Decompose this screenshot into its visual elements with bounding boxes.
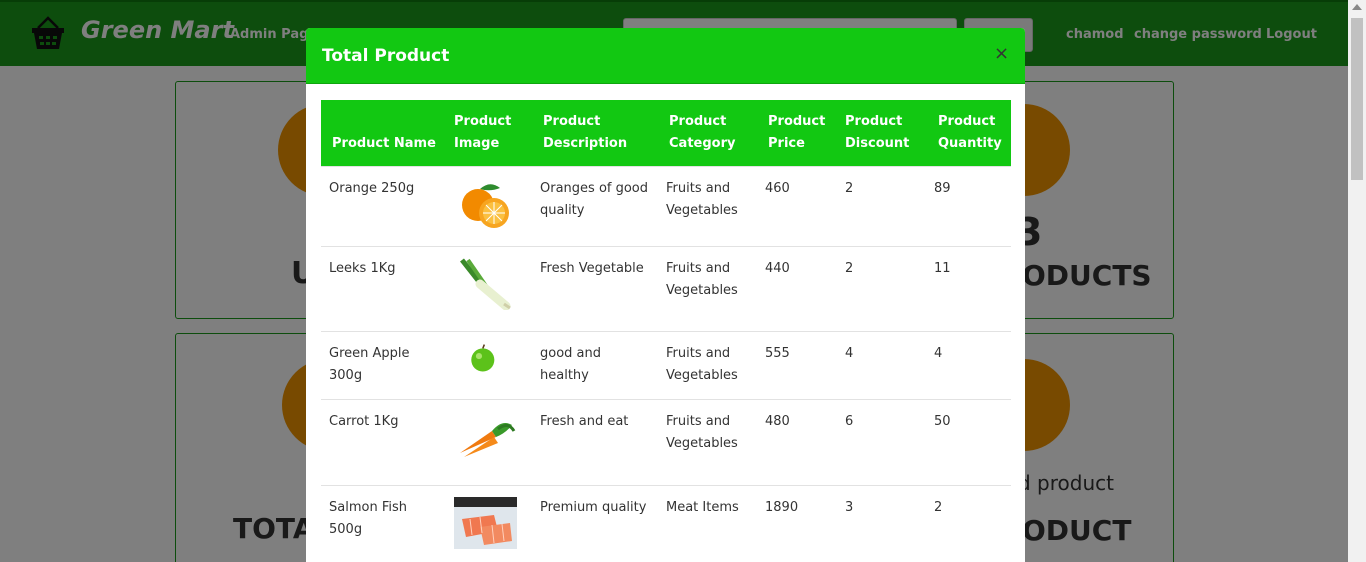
green-apple-image (471, 344, 495, 372)
product-discount: 2 (837, 246, 926, 332)
col-product-discount: Product Discount (837, 100, 926, 167)
product-discount: 6 (837, 399, 926, 486)
table-row: Green Apple 300g good and healthy Fruits… (321, 331, 1011, 400)
col-product-quantity: Product Quantity (926, 100, 1011, 167)
product-image-cell (446, 485, 532, 562)
col-product-image: Product Image (446, 100, 532, 167)
close-icon[interactable]: × (994, 45, 1009, 63)
table-row: Salmon Fish 500g Premium quality Meat It… (321, 485, 1011, 562)
product-description: Fresh Vegetable (532, 246, 658, 332)
product-name: Carrot 1Kg (321, 399, 446, 486)
product-name: Green Apple 300g (321, 331, 446, 400)
col-product-description: Product Description (532, 100, 658, 167)
col-product-category: Product Category (658, 100, 757, 167)
product-description: good and healthy (532, 331, 658, 400)
table-row: Orange 250g Oranges of good quality Frui… (321, 166, 1011, 247)
product-category: Fruits and Vegetables (658, 166, 757, 247)
modal-title: Total Product (322, 46, 450, 66)
product-description: Premium quality (532, 485, 658, 562)
product-price: 440 (757, 246, 837, 332)
table-header-row: Product Name Product Image Product Descr… (321, 100, 1011, 167)
product-name: Salmon Fish 500g (321, 485, 446, 562)
carrot-image (460, 423, 516, 457)
product-image-cell (446, 246, 532, 332)
product-category: Fruits and Vegetables (658, 399, 757, 486)
product-image-cell (446, 166, 532, 247)
col-product-price: Product Price (757, 100, 837, 167)
product-category: Fruits and Vegetables (658, 331, 757, 400)
product-quantity: 89 (926, 166, 1011, 247)
salmon-image (454, 497, 517, 549)
modal-header: Total Product × (306, 28, 1025, 84)
product-category: Meat Items (658, 485, 757, 562)
product-category: Fruits and Vegetables (658, 246, 757, 332)
product-quantity: 4 (926, 331, 1011, 400)
product-quantity: 11 (926, 246, 1011, 332)
table-row: Leeks 1Kg Fresh Vegetable Fruits and Veg… (321, 246, 1011, 332)
col-product-name: Product Name (321, 100, 446, 167)
product-quantity: 2 (926, 485, 1011, 562)
product-description: Fresh and eat (532, 399, 658, 486)
product-price: 460 (757, 166, 837, 247)
orange-image (462, 184, 509, 228)
product-discount: 4 (837, 331, 926, 400)
scroll-up-icon[interactable] (1352, 4, 1362, 10)
product-price: 1890 (757, 485, 837, 562)
table-row: Carrot 1Kg Fresh and eat Fruits and Vege… (321, 399, 1011, 486)
product-discount: 2 (837, 166, 926, 247)
product-table: Product Name Product Image Product Descr… (321, 100, 1011, 562)
product-description: Oranges of good quality (532, 166, 658, 247)
product-name: Leeks 1Kg (321, 246, 446, 332)
leeks-image (460, 258, 511, 311)
total-product-modal: Total Product × Product Name Product Ima… (306, 28, 1025, 562)
product-name: Orange 250g (321, 166, 446, 247)
product-price: 555 (757, 331, 837, 400)
product-quantity: 50 (926, 399, 1011, 486)
product-discount: 3 (837, 485, 926, 562)
product-price: 480 (757, 399, 837, 486)
product-image-cell (446, 331, 532, 400)
scroll-thumb[interactable] (1351, 18, 1363, 180)
product-image-cell (446, 399, 532, 486)
